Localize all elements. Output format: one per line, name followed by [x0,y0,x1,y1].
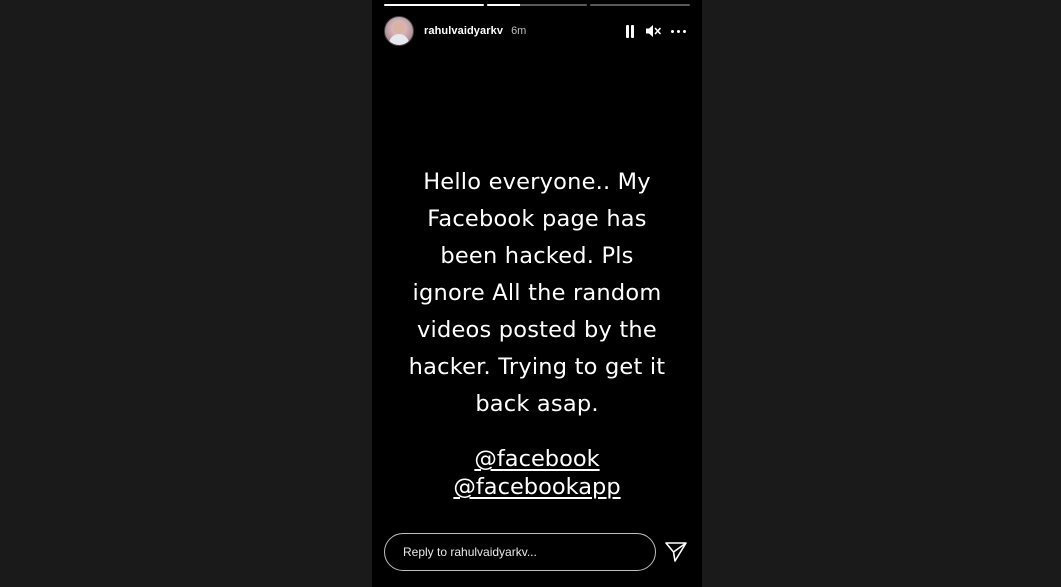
progress-segment-2 [487,4,587,6]
message-line: Facebook page has [427,206,647,232]
pause-icon [625,24,635,38]
story-progress-bar [384,4,690,6]
story-controls [625,24,686,38]
message-line: ignore All the random [412,280,662,306]
story-header: rahulvaidyarkv 6m [384,14,690,48]
mention-facebook[interactable]: @facebook [372,445,702,473]
more-options-icon [671,29,686,33]
story-time: 6m [511,25,527,37]
message-line: been hacked. Pls [440,243,634,269]
pause-button[interactable] [625,24,635,38]
story-mentions: @facebook @facebookapp [372,445,702,501]
progress-segment-3 [590,4,690,6]
mention-facebookapp[interactable]: @facebookapp [372,473,702,501]
reply-input[interactable] [384,533,656,571]
story-message: Hello everyone.. My Facebook page has be… [372,164,702,423]
mute-button[interactable] [645,24,661,38]
message-line: Hello everyone.. My [423,169,651,195]
send-button[interactable] [662,538,690,566]
message-line: videos posted by the [417,317,657,343]
avatar[interactable] [384,16,414,46]
message-line: back asap. [475,391,599,417]
send-icon [665,542,687,562]
username[interactable]: rahulvaidyarkv [424,25,503,37]
progress-segment-1 [384,4,484,6]
mute-icon [646,25,661,37]
story-viewer: rahulvaidyarkv 6m Hello everyone.. My Fa… [372,0,702,587]
more-options-button[interactable] [671,29,686,33]
message-line: hacker. Trying to get it [408,354,666,380]
reply-bar [384,532,690,572]
page-background: rahulvaidyarkv 6m Hello everyone.. My Fa… [0,0,1061,587]
